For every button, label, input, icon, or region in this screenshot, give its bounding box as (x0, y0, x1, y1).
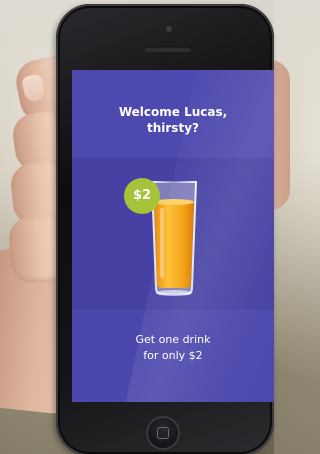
home-button[interactable] (146, 416, 180, 450)
front-camera (166, 26, 172, 32)
price-badge: $2 (124, 178, 160, 214)
offer-text[interactable]: Get one drink for only $2 (72, 332, 274, 364)
photo-scene: Welcome Lucas, thirsty? $2 Get one drink… (0, 0, 290, 454)
welcome-message: Welcome Lucas, thirsty? (118, 105, 228, 135)
home-square-icon (157, 427, 169, 439)
phone-screen: Welcome Lucas, thirsty? $2 Get one drink… (72, 70, 274, 402)
earpiece-speaker (144, 46, 192, 52)
smartphone: Welcome Lucas, thirsty? $2 Get one drink… (56, 4, 274, 454)
